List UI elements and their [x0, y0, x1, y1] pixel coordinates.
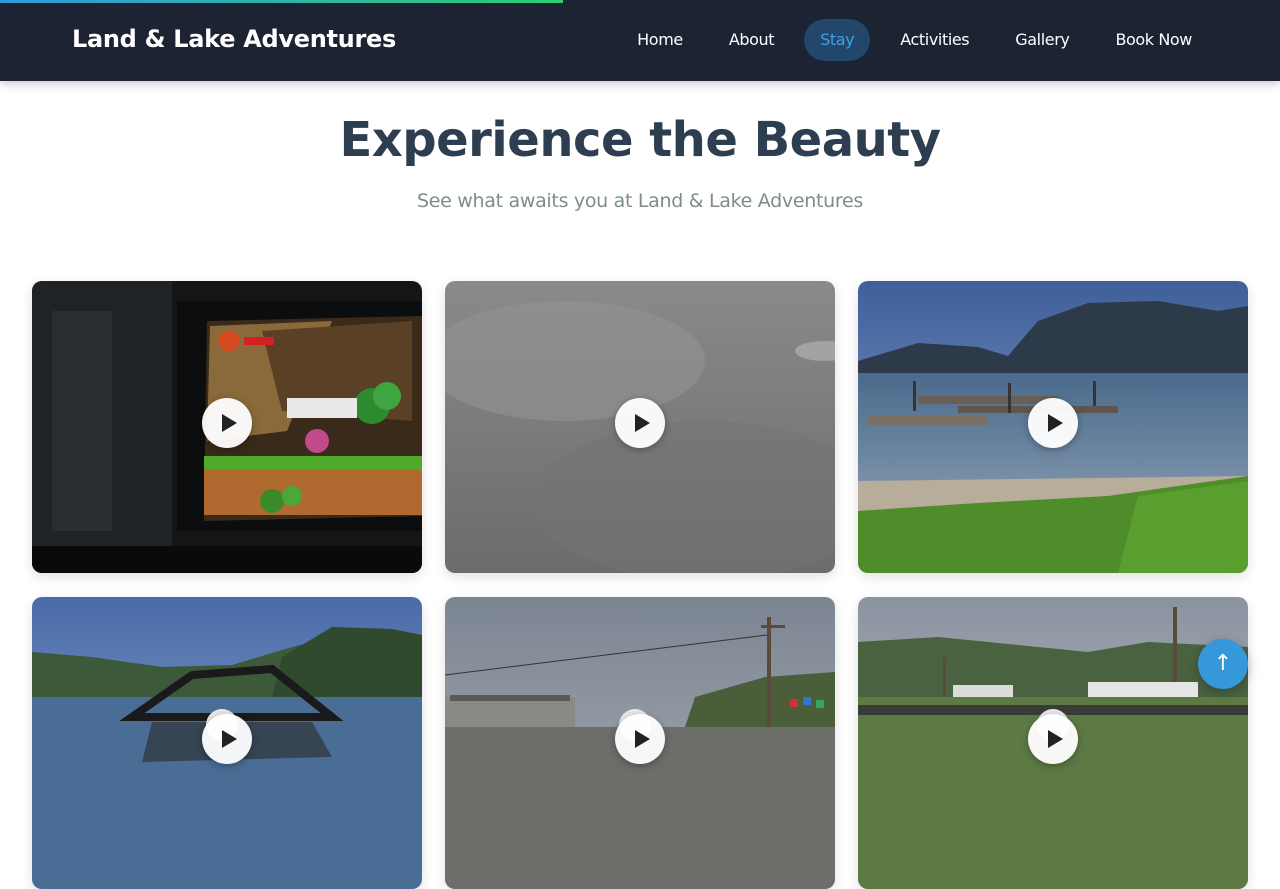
video-card-3[interactable]: [858, 281, 1248, 573]
play-button[interactable]: [202, 714, 252, 764]
main-nav: Home About Stay Activities Gallery Book …: [621, 19, 1208, 61]
nav-home[interactable]: Home: [621, 19, 699, 61]
scroll-to-top-button[interactable]: ↑: [1198, 639, 1248, 689]
site-logo[interactable]: Land & Lake Adventures: [72, 25, 396, 53]
nav-stay[interactable]: Stay: [804, 19, 871, 61]
arrow-up-icon: ↑: [1213, 651, 1233, 676]
play-button[interactable]: [615, 714, 665, 764]
scroll-progress-fill: [0, 0, 564, 3]
video-card-5[interactable]: [445, 597, 835, 889]
video-card-1[interactable]: [32, 281, 422, 573]
play-button[interactable]: [615, 398, 665, 448]
nav-about[interactable]: About: [713, 19, 790, 61]
nav-book-now[interactable]: Book Now: [1099, 19, 1208, 61]
play-button[interactable]: [1028, 714, 1078, 764]
nav-activities[interactable]: Activities: [884, 19, 985, 61]
video-card-6[interactable]: [858, 597, 1248, 889]
page-subtitle: See what awaits you at Land & Lake Adven…: [417, 190, 863, 212]
scroll-progress-bar: [0, 0, 1280, 3]
play-button[interactable]: [1028, 398, 1078, 448]
play-button[interactable]: [202, 398, 252, 448]
site-header: Land & Lake Adventures Home About Stay A…: [0, 0, 1280, 81]
nav-gallery[interactable]: Gallery: [999, 19, 1085, 61]
video-card-2[interactable]: [445, 281, 835, 573]
video-card-4[interactable]: [32, 597, 422, 889]
page-title: Experience the Beauty: [339, 112, 941, 168]
